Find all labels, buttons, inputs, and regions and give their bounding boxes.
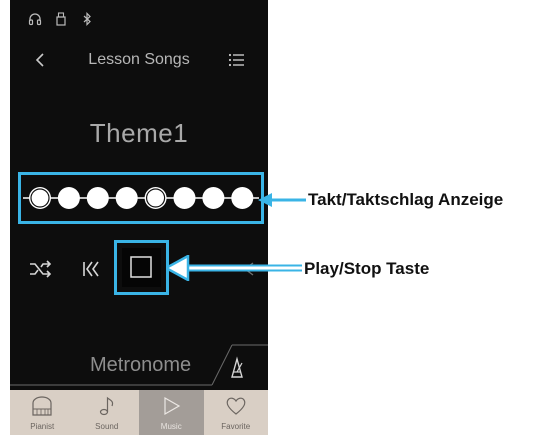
stop-square-icon	[130, 256, 152, 278]
usb-icon	[54, 12, 68, 26]
play-stop-callout-label: Play/Stop Taste	[304, 259, 430, 278]
beat-callout-arrow	[258, 193, 306, 207]
tab-bar: Pianist Sound Music Favorite	[10, 390, 268, 435]
shuffle-button[interactable]	[24, 254, 58, 284]
beat-callout-label: Takt/Taktschlag Anzeige	[308, 190, 504, 209]
beat-dots	[23, 187, 259, 209]
metronome-label: Metronome	[90, 354, 192, 376]
tab-sound[interactable]: Sound	[75, 390, 140, 435]
previous-button[interactable]	[76, 254, 106, 284]
song-list-button[interactable]	[227, 50, 247, 70]
metronome-button[interactable]	[222, 352, 252, 382]
tab-label: Pianist	[30, 422, 55, 431]
beat-dot	[29, 187, 51, 209]
heart-icon	[226, 397, 245, 415]
play-stop-highlight	[114, 240, 169, 295]
metronome-icon	[231, 356, 243, 378]
beat-dot	[231, 187, 254, 209]
song-title: Theme1	[89, 118, 189, 148]
play-stop-button[interactable]	[122, 248, 161, 287]
beat-dot	[144, 187, 167, 209]
tab-pianist[interactable]: Pianist	[10, 390, 75, 435]
beat-dot	[86, 187, 109, 209]
nav-header: Lesson Songs	[10, 42, 268, 78]
tab-label: Favorite	[221, 422, 251, 431]
app-screen: Lesson Songs Theme1 Metronome Pianist So…	[10, 0, 268, 435]
music-note-icon	[99, 396, 113, 416]
beat-dot	[173, 187, 196, 209]
beat-indicator	[18, 172, 264, 224]
skip-back-icon	[83, 261, 99, 277]
tab-favorite[interactable]: Favorite	[204, 390, 269, 435]
tab-label: Sound	[95, 422, 119, 431]
beat-dot	[115, 187, 138, 209]
beat-dot	[57, 187, 80, 209]
tab-music[interactable]: Music	[139, 390, 204, 435]
list-icon	[228, 53, 244, 67]
play-icon	[164, 396, 181, 416]
beat-dot	[202, 187, 225, 209]
piano-icon	[32, 396, 52, 416]
metronome-row: Metronome	[10, 340, 268, 390]
play-stop-callout-arrow	[166, 255, 302, 281]
bluetooth-icon	[80, 12, 94, 26]
tab-label: Music	[160, 422, 182, 431]
headphones-icon	[28, 12, 42, 26]
shuffle-icon	[30, 260, 52, 278]
status-bar	[28, 10, 94, 28]
